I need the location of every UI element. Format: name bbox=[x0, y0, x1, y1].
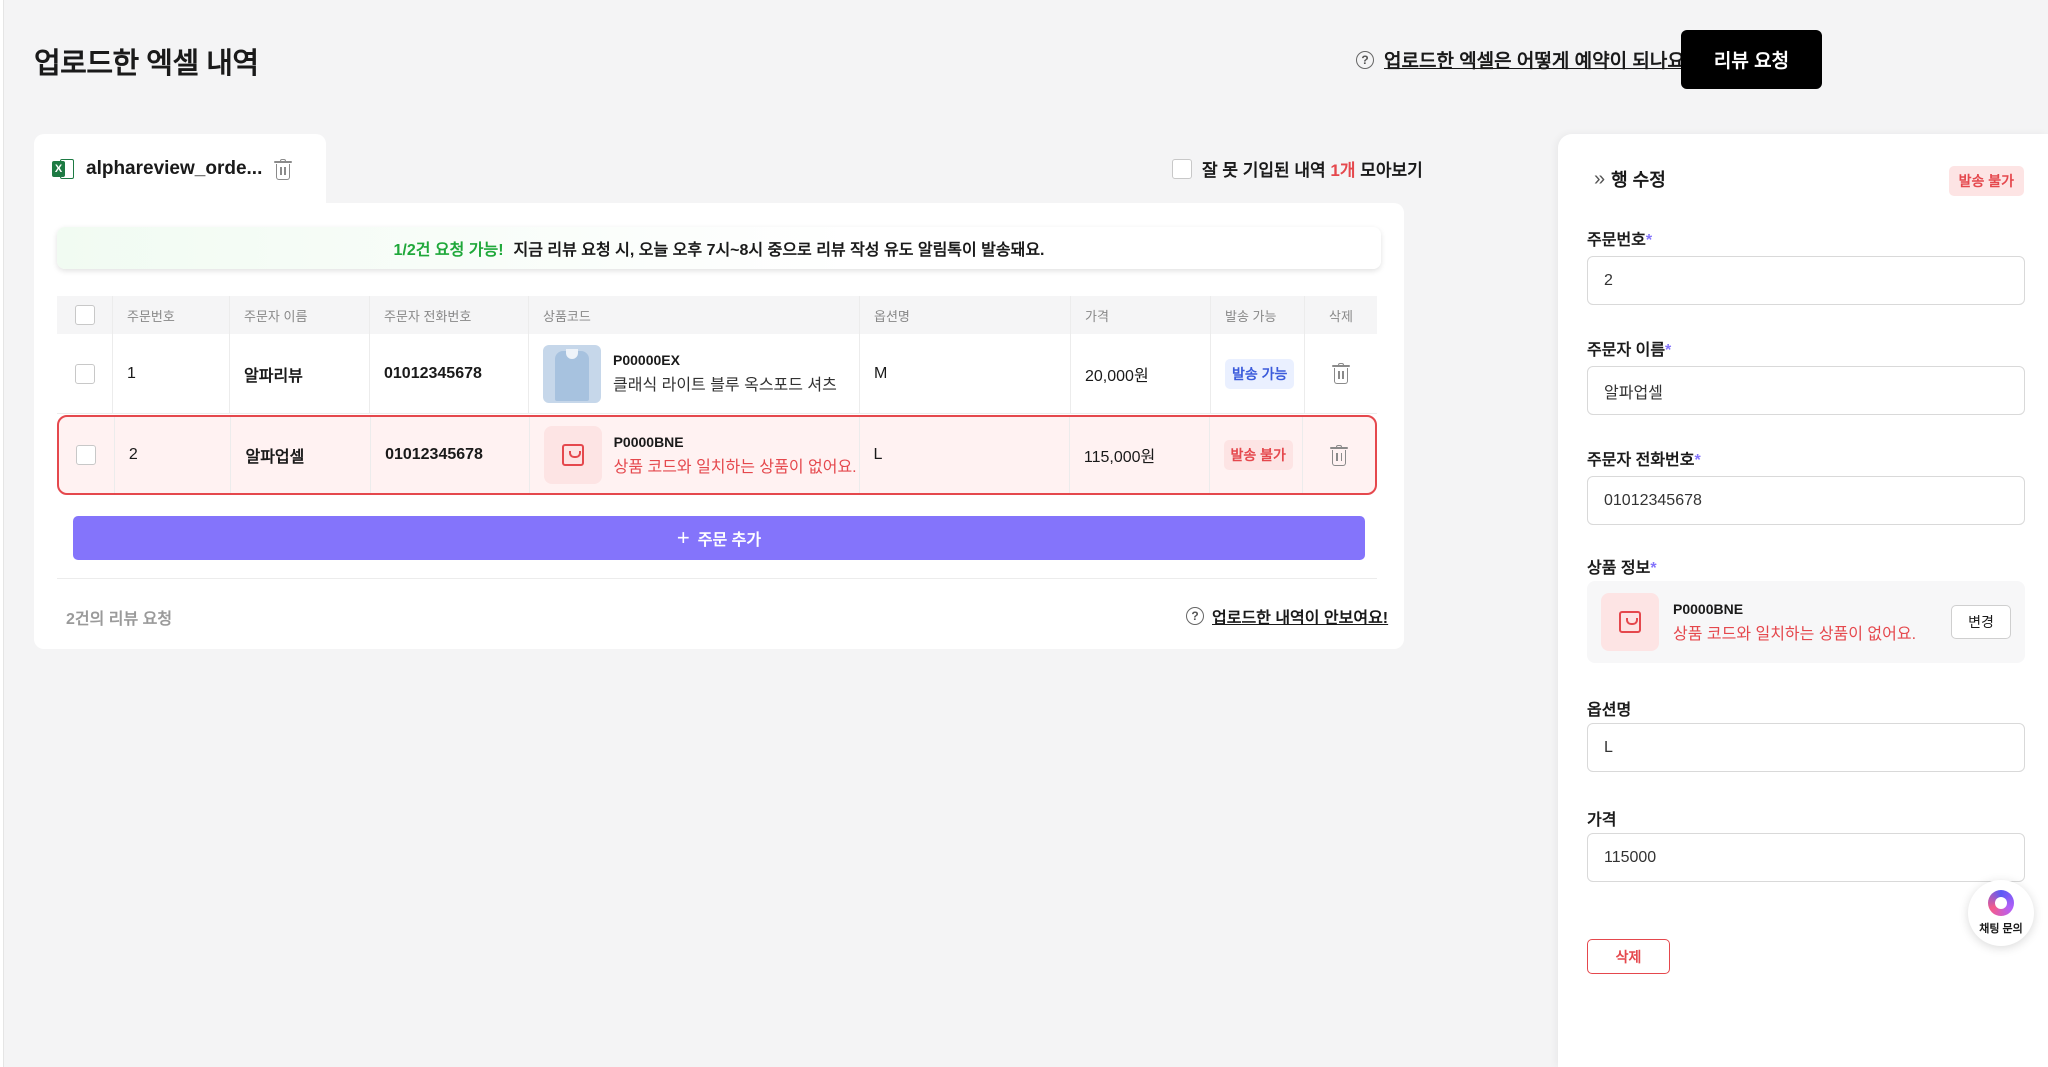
panel-header: » 행 수정 bbox=[1594, 166, 1666, 192]
notice-highlight: 1/2건 요청 가능! bbox=[393, 242, 504, 259]
notice-message: 지금 리뷰 요청 시, 오늘 오후 7시~8시 중으로 리뷰 작성 유도 알림톡… bbox=[513, 242, 1045, 259]
price-label: 가격 bbox=[1587, 812, 1617, 829]
collapse-icon[interactable]: » bbox=[1594, 168, 1605, 191]
col-phone: 주문자 전화번호 bbox=[370, 296, 529, 334]
question-icon: ? bbox=[1186, 607, 1204, 625]
price: 20,000원 bbox=[1071, 334, 1211, 413]
product-label: 상품 정보* bbox=[1587, 560, 1657, 577]
request-notice: 1/2건 요청 가능! 지금 리뷰 요청 시, 오늘 오후 7시~8시 중으로 … bbox=[57, 227, 1381, 269]
product-error-message: 상품 코드와 일치하는 상품이 없어요. bbox=[613, 458, 857, 476]
panel-title: 행 수정 bbox=[1611, 170, 1666, 190]
add-order-button[interactable]: + 주문 추가 bbox=[73, 516, 1365, 560]
table-header: 주문번호 주문자 이름 주문자 전화번호 상품코드 옵션명 가격 발송 가능 삭… bbox=[57, 296, 1377, 334]
select-all-checkbox[interactable] bbox=[74, 305, 95, 325]
col-name: 주문자 이름 bbox=[230, 296, 370, 334]
filter-label: 잘 못 기입된 내역 1개 모아보기 bbox=[1202, 161, 1423, 180]
help-link-label: 업로드한 내역이 안보여요! bbox=[1212, 610, 1389, 627]
option-name: L bbox=[860, 417, 1070, 493]
option-label: 옵션명 bbox=[1587, 702, 1632, 719]
left-edge bbox=[0, 0, 4, 1067]
product-error-message: 상품 코드와 일치하는 상품이 없어요. bbox=[1673, 625, 1917, 643]
option-name: M bbox=[860, 334, 1071, 413]
shopping-bag-icon bbox=[1601, 593, 1659, 651]
page-title: 업로드한 엑셀 내역 bbox=[34, 48, 259, 80]
product-cell: P00000EX 클래식 라이트 블루 옥스포드 셔츠 bbox=[543, 344, 837, 403]
status-badge: 발송 불가 bbox=[1223, 440, 1293, 470]
chat-icon bbox=[1988, 890, 2014, 916]
chat-label: 채팅 문의 bbox=[1979, 923, 2023, 935]
chat-inquiry-button[interactable]: 채팅 문의 bbox=[1968, 880, 2034, 946]
add-order-label: 주문 추가 bbox=[697, 532, 762, 549]
col-product-code: 상품코드 bbox=[529, 296, 860, 334]
plus-icon: + bbox=[676, 525, 690, 550]
filter-count: 1개 bbox=[1330, 161, 1356, 180]
phone-field[interactable]: 01012345678 bbox=[1587, 476, 2025, 525]
status-badge: 발송 불가 bbox=[1948, 166, 2024, 196]
table-row[interactable]: 1 알파리뷰 01012345678 P00000EX 클래식 라이트 블루 옥… bbox=[57, 334, 1377, 414]
status-badge: 발송 가능 bbox=[1225, 358, 1295, 389]
review-request-button[interactable]: 리뷰 요청 bbox=[1681, 30, 1822, 89]
trash-icon[interactable] bbox=[1330, 444, 1349, 466]
price: 115,000원 bbox=[1070, 417, 1210, 493]
orders-card: 1/2건 요청 가능! 지금 리뷰 요청 시, 오늘 오후 7시~8시 중으로 … bbox=[34, 203, 1404, 649]
col-order-no: 주문번호 bbox=[113, 296, 230, 334]
delete-row-button[interactable]: 삭제 bbox=[1587, 939, 1670, 974]
filter-checkbox[interactable] bbox=[1172, 158, 1192, 179]
product-code: P00000EX bbox=[613, 352, 680, 368]
table-row-selected[interactable]: 2 알파업셀 01012345678 P0000BNE 상품 코드와 일치하는 … bbox=[57, 415, 1377, 495]
help-link-missing[interactable]: ? 업로드한 내역이 안보여요! bbox=[1186, 604, 1388, 628]
trash-icon[interactable] bbox=[1332, 363, 1350, 384]
customer-name: 알파리뷰 bbox=[230, 334, 370, 413]
row-checkbox[interactable] bbox=[74, 363, 95, 384]
name-label: 주문자 이름* bbox=[1587, 342, 1672, 359]
product-thumbnail bbox=[543, 344, 601, 403]
customer-phone: 01012345678 bbox=[370, 334, 529, 413]
order-no: 1 bbox=[113, 334, 230, 413]
col-option: 옵션명 bbox=[860, 296, 1071, 334]
help-link-reservation[interactable]: ? 업로드한 엑셀은 어떻게 예약이 되나요? bbox=[1356, 46, 1696, 73]
order-no-field[interactable]: 2 bbox=[1587, 256, 2025, 305]
name-field[interactable]: 알파업셀 bbox=[1587, 366, 2025, 415]
price-field[interactable]: 115000 bbox=[1587, 833, 2025, 882]
invalid-entries-filter[interactable]: 잘 못 기입된 내역 1개 모아보기 bbox=[1172, 156, 1423, 181]
excel-icon: X bbox=[52, 158, 74, 180]
divider bbox=[57, 578, 1377, 579]
col-price: 가격 bbox=[1071, 296, 1211, 334]
trash-icon[interactable] bbox=[274, 158, 292, 180]
help-link-label: 업로드한 엑셀은 어떻게 예약이 되나요? bbox=[1384, 51, 1697, 72]
product-name: 클래식 라이트 블루 옥스포드 셔츠 bbox=[613, 377, 837, 394]
customer-name: 알파업셀 bbox=[231, 417, 372, 493]
order-no-label: 주문번호* bbox=[1587, 232, 1653, 249]
question-icon: ? bbox=[1356, 50, 1374, 69]
product-code: P0000BNE bbox=[613, 433, 684, 450]
col-status: 발송 가능 bbox=[1211, 296, 1305, 334]
file-tab[interactable]: X alphareview_orde... bbox=[34, 134, 326, 204]
customer-phone: 01012345678 bbox=[371, 417, 530, 493]
option-field[interactable]: L bbox=[1587, 723, 2025, 772]
col-delete: 삭제 bbox=[1329, 308, 1353, 324]
change-product-button[interactable]: 변경 bbox=[1951, 605, 2011, 639]
row-checkbox[interactable] bbox=[76, 445, 97, 465]
file-name: alphareview_orde... bbox=[86, 158, 262, 179]
phone-label: 주문자 전화번호* bbox=[1587, 452, 1701, 469]
shopping-bag-icon bbox=[543, 426, 602, 484]
review-request-count: 2건의 리뷰 요청 bbox=[66, 611, 173, 628]
product-cell: P0000BNE 상품 코드와 일치하는 상품이 없어요. bbox=[543, 426, 857, 484]
product-code: P0000BNE bbox=[1673, 600, 1744, 617]
order-no: 2 bbox=[115, 417, 232, 493]
product-info-box: P0000BNE 상품 코드와 일치하는 상품이 없어요. 변경 bbox=[1587, 581, 2025, 663]
